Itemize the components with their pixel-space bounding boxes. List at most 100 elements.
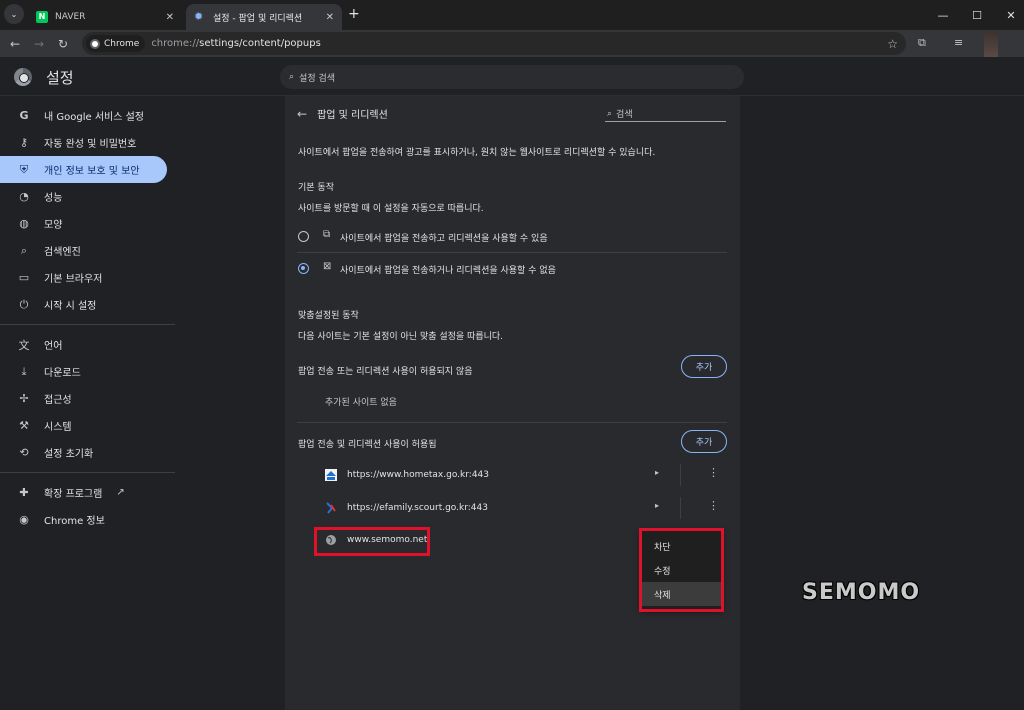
back-arrow-icon[interactable]: ← (297, 107, 307, 121)
puzzle-icon: ✚ (19, 486, 29, 499)
description: 사이트에서 팝업을 전송하여 광고를 표시하거나, 원치 않는 웹사이트로 리디… (298, 148, 656, 158)
option-block-label[interactable]: 사이트에서 팝업을 전송하거나 리디렉션을 사용할 수 없음 (340, 263, 556, 276)
sidebar-item-autofill[interactable]: ⚷ 자동 완성 및 비밀번호 (0, 129, 175, 156)
extensions-puzzle-icon[interactable]: ⧉ (918, 36, 926, 50)
tab-settings[interactable]: ✹ 설정 - 팝업 및 리디렉션 ✕ (186, 4, 342, 30)
custom-behavior-heading: 맞춤설정된 동작 (298, 311, 359, 321)
sidebar-item-default-browser[interactable]: ▭ 기본 브라우저 (0, 264, 175, 291)
sidebar-item-on-startup[interactable]: ⏻ 시작 시 설정 (0, 291, 175, 318)
chrome-icon (90, 38, 100, 49)
settings-search-input[interactable]: ⌕ 설정 검색 (280, 65, 744, 89)
forward-button[interactable]: → (30, 35, 48, 53)
sidebar-item-downloads[interactable]: ⤓ 다운로드 (0, 358, 175, 385)
highlight-box (314, 527, 430, 556)
sidebar-item-system[interactable]: ⚒ 시스템 (0, 412, 175, 439)
gear-icon: ✹ (194, 10, 204, 23)
radio-block[interactable] (298, 263, 309, 274)
subpage-title: 팝업 및 리디렉션 (317, 110, 388, 121)
add-blocked-button[interactable]: 추가 (681, 355, 727, 378)
google-icon: G (19, 109, 29, 122)
subpage-header: ← 팝업 및 리디렉션 (297, 106, 388, 122)
sidebar: G내 Google 서비스 설정 ⚷ 자동 완성 및 비밀번호 ⛨ 개인 정보 보호… (0, 96, 175, 533)
add-allowed-button[interactable]: 추가 (681, 430, 727, 453)
allowed-heading: 팝업 전송 및 리디렉션 사용이 허용됨 (298, 440, 437, 450)
download-icon: ⤓ (21, 364, 27, 378)
reset-icon: ⟲ (19, 446, 29, 459)
custom-behavior-sub: 다음 사이트는 기본 설정이 아닌 맞춤 설정을 따릅니다. (298, 332, 504, 342)
close-icon[interactable]: ✕ (326, 12, 334, 23)
sidebar-item-google[interactable]: G내 Google 서비스 설정 (0, 102, 175, 129)
open-external-icon: ⧉ (323, 229, 331, 240)
default-behavior-heading: 기본 동작 (298, 183, 334, 193)
close-window-button[interactable]: ✕ (988, 0, 1024, 30)
sidebar-item-languages[interactable]: 文 언어 (0, 331, 175, 358)
chrome-logo-icon (14, 68, 32, 86)
option-allow-label[interactable]: 사이트에서 팝업을 전송하고 리디렉션을 사용할 수 있음 (340, 231, 548, 244)
chevron-right-icon[interactable]: ▸ (655, 468, 659, 477)
divider (297, 252, 727, 253)
sidebar-item-extensions[interactable]: ✚ 확장 프로그램 ↗ (0, 479, 175, 506)
scourt-favicon-icon (326, 502, 336, 514)
chevron-down-icon: ⌄ (10, 9, 18, 19)
search-placeholder: 설정 검색 (299, 73, 336, 84)
palette-icon: ◍ (19, 217, 29, 230)
external-link-icon: ↗ (116, 487, 125, 498)
browser-icon: ▭ (18, 271, 30, 284)
speedometer-icon: ◔ (19, 190, 29, 203)
sidebar-item-performance[interactable]: ◔ 성능 (0, 183, 175, 210)
list-item[interactable]: https://efamily.scourt.go.kr:443 ▸ ⋮ (325, 494, 727, 522)
wrench-icon: ⚒ (19, 419, 29, 432)
chevron-right-icon[interactable]: ▸ (655, 501, 659, 510)
divider (297, 422, 727, 423)
radio-allow[interactable] (298, 231, 309, 242)
divider (680, 464, 681, 486)
translate-icon: 文 (18, 338, 30, 352)
sidebar-item-accessibility[interactable]: ✢ 접근성 (0, 385, 175, 412)
reload-button[interactable]: ↻ (54, 35, 72, 53)
shield-icon: ⛨ (19, 162, 29, 176)
power-icon: ⏻ (19, 297, 29, 311)
naver-favicon-icon: N (36, 11, 48, 23)
divider (680, 497, 681, 519)
tab-search-button[interactable]: ⌄ (4, 4, 24, 24)
watermark: SEMOMO (802, 580, 921, 605)
back-button[interactable]: ← (6, 35, 24, 53)
sidebar-item-reset[interactable]: ⟲ 설정 초기화 (0, 439, 175, 466)
tab-naver[interactable]: N NAVER ✕ (28, 4, 182, 30)
more-vert-icon[interactable]: ⋮ (708, 499, 719, 512)
new-tab-button[interactable]: + (348, 6, 360, 22)
hometax-favicon-icon (325, 469, 337, 481)
address-bar[interactable]: Chrome chrome://settings/content/popups … (82, 32, 906, 55)
reading-list-icon[interactable]: ≡ (954, 36, 963, 49)
toolbar: ← → ↻ Chrome chrome://settings/content/p… (0, 30, 1024, 57)
search-icon: ⌕ (607, 108, 613, 119)
sidebar-item-appearance[interactable]: ◍ 모양 (0, 210, 175, 237)
search-icon: ⌕ (20, 243, 28, 257)
block-popup-icon: ⊠ (323, 261, 332, 272)
blocked-heading: 팝업 전송 또는 리디렉션 사용이 허용되지 않음 (298, 367, 473, 377)
close-icon[interactable]: ✕ (166, 12, 174, 23)
highlight-box (639, 528, 724, 612)
sidebar-item-privacy[interactable]: ⛨ 개인 정보 보호 및 보안 (0, 156, 167, 183)
avatar[interactable] (984, 31, 998, 57)
site-url: https://www.hometax.go.kr:443 (347, 470, 490, 480)
key-icon: ⚷ (19, 136, 29, 149)
divider (0, 324, 175, 325)
sidebar-item-about-chrome[interactable]: ◉ Chrome 정보 (0, 506, 175, 533)
list-item[interactable]: https://www.hometax.go.kr:443 ▸ ⋮ (325, 461, 727, 489)
search-placeholder: 검색 (616, 110, 633, 120)
settings-card: ← 팝업 및 리디렉션 ⌕ 검색 사이트에서 팝업을 전송하여 광고를 표시하거… (285, 96, 740, 710)
page-title: 설정 (46, 69, 74, 87)
chrome-icon: ◉ (19, 513, 29, 526)
settings-header: 설정 ⌕ 설정 검색 (0, 57, 1024, 96)
subpage-search-input[interactable]: ⌕ 검색 (605, 106, 726, 122)
sidebar-item-search-engine[interactable]: ⌕ 검색엔진 (0, 237, 175, 264)
search-icon: ⌕ (289, 72, 295, 82)
blocked-empty-text: 추가된 사이트 없음 (325, 398, 397, 408)
tab-label: NAVER (55, 12, 86, 22)
bookmark-star-icon[interactable]: ☆ (887, 37, 898, 51)
url-text[interactable]: chrome://settings/content/popups (151, 38, 320, 49)
accessibility-icon: ✢ (19, 392, 29, 405)
more-vert-icon[interactable]: ⋮ (708, 466, 719, 479)
site-info-chip[interactable]: Chrome (86, 35, 146, 52)
